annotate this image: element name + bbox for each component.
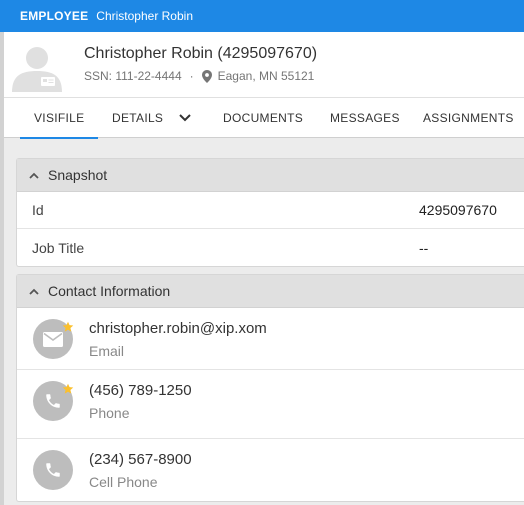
tab-label: DETAILS — [112, 111, 164, 125]
employee-meta: SSN: 111-22-4444 · Eagan, MN 55121 — [84, 69, 314, 83]
tab-label: MESSAGES — [330, 111, 400, 125]
tab-documents[interactable]: DOCUMENTS — [223, 98, 303, 138]
contact-header[interactable]: Contact Information — [17, 275, 524, 308]
tab-label: ASSIGNMENTS — [423, 111, 514, 125]
employee-name: Christopher Robin (4295097670) — [84, 45, 318, 62]
tab-messages[interactable]: MESSAGES — [330, 98, 400, 138]
field-label: Job Title — [32, 239, 85, 256]
contact-row-email[interactable]: christopher.robin@xip.xom Email — [17, 308, 524, 370]
snapshot-title: Snapshot — [48, 167, 108, 183]
snapshot-row-job-title: Job Title -- — [17, 229, 524, 266]
contact-value: (234) 567-8900 — [89, 451, 192, 468]
primary-star-icon — [62, 382, 74, 400]
email-icon — [33, 319, 74, 359]
snapshot-header[interactable]: Snapshot — [17, 159, 524, 192]
phone-icon — [33, 450, 73, 490]
topbar-employee-name: Christopher Robin — [96, 9, 193, 23]
field-value: 4295097670 — [419, 202, 497, 218]
tab-visifile[interactable]: VISIFILE — [20, 98, 99, 139]
contact-row-cell-phone[interactable]: (234) 567-8900 Cell Phone — [17, 439, 524, 501]
field-label: Id — [32, 202, 44, 218]
tab-assignments[interactable]: ASSIGNMENTS — [423, 98, 514, 138]
snapshot-card: Snapshot Id 4295097670 Job Title -- — [16, 158, 524, 267]
contact-title: Contact Information — [48, 283, 171, 299]
tab-label: DOCUMENTS — [223, 111, 304, 125]
tab-label: VISIFILE — [34, 111, 85, 125]
contact-type-label: Cell Phone — [89, 474, 158, 490]
contact-row-phone[interactable]: (456) 789-1250 Phone — [17, 370, 524, 439]
field-value: -- — [419, 239, 429, 256]
contact-type-label: Email — [89, 343, 125, 359]
chevron-up-icon[interactable] — [29, 288, 39, 295]
snapshot-row-id: Id 4295097670 — [17, 192, 524, 229]
avatar — [10, 42, 64, 92]
meta-separator: · — [189, 69, 194, 83]
contact-value: christopher.robin@xip.xom — [89, 320, 267, 337]
employee-topbar: EMPLOYEE Christopher Robin — [0, 0, 524, 32]
person-placeholder-icon — [12, 47, 62, 92]
primary-star-icon — [62, 320, 74, 338]
chevron-down-icon[interactable] — [179, 114, 191, 122]
location-pin-icon — [201, 69, 212, 83]
chevron-up-icon[interactable] — [29, 172, 39, 179]
tab-details[interactable]: DETAILS — [112, 98, 191, 138]
contact-value: (456) 789-1250 — [89, 382, 192, 399]
record-type-label: EMPLOYEE — [20, 9, 89, 23]
employee-header: Christopher Robin (4295097670) SSN: 111-… — [4, 32, 524, 97]
employee-ssn: SSN: 111-22-4444 — [84, 69, 182, 83]
employee-location: Eagan, MN 55121 — [217, 69, 315, 83]
phone-icon — [33, 381, 74, 421]
contact-card: Contact Information christopher.robin@xi… — [16, 274, 524, 502]
contact-type-label: Phone — [89, 405, 130, 421]
tab-bar: VISIFILE DETAILS DOCUMENTS MESSAGES ASSI… — [4, 97, 524, 139]
